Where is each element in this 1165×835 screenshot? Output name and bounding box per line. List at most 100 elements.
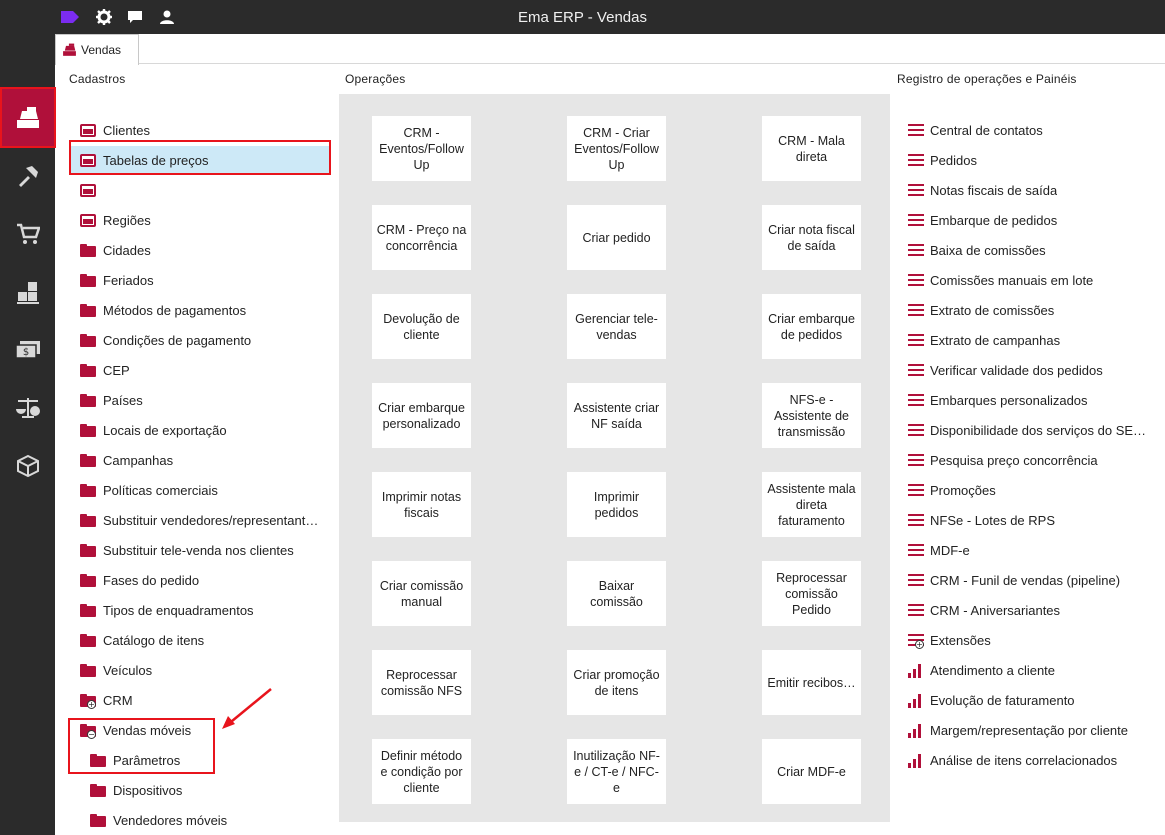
tab-vendas[interactable]: Vendas <box>55 34 139 65</box>
rail-highlight-box <box>0 87 56 148</box>
rail-item-finance[interactable]: $ <box>0 321 55 379</box>
operation-button[interactable]: Criar pedido <box>567 205 666 270</box>
tab-strip: Vendas <box>55 34 1165 65</box>
operation-button[interactable]: CRM - Preço na concorrência <box>372 205 471 270</box>
operation-button[interactable]: Criar MDF-e <box>762 739 861 804</box>
folder-icon <box>90 783 106 797</box>
operation-button[interactable]: Criar promoção de itens <box>567 650 666 715</box>
registro-item[interactable]: Promoções <box>908 478 1158 502</box>
registro-item[interactable]: + Extensões <box>908 628 1158 652</box>
registro-item[interactable]: CRM - Aniversariantes <box>908 598 1158 622</box>
header-registro: Registro de operações e Painéis <box>897 72 1077 86</box>
cadastro-item[interactable]: Tipos de enquadramentos <box>80 598 330 622</box>
cadastro-item-label: Locais de exportação <box>103 422 227 438</box>
operation-button[interactable]: CRM - Eventos/Follow Up <box>372 116 471 181</box>
cadastro-item[interactable]: Catálogo de itens <box>80 628 330 652</box>
cadastro-item-label: Regiões <box>103 212 151 228</box>
registro-item-label: Evolução de faturamento <box>930 692 1075 708</box>
operation-button[interactable]: Emitir recibos… <box>762 650 861 715</box>
list-icon <box>908 604 924 616</box>
list-icon <box>908 274 924 286</box>
operation-button[interactable]: Reprocessar comissão Pedido <box>762 561 861 626</box>
registro-item[interactable]: Evolução de faturamento <box>908 688 1158 712</box>
operation-button[interactable]: Imprimir pedidos <box>567 472 666 537</box>
cadastro-item-label: Substituir vendedores/representant… <box>103 512 319 528</box>
registro-item[interactable]: Baixa de comissões <box>908 238 1158 262</box>
registro-item[interactable]: Atendimento a cliente <box>908 658 1158 682</box>
registro-item[interactable]: Verificar validade dos pedidos <box>908 358 1158 382</box>
warehouse-icon <box>16 282 39 304</box>
operation-button[interactable]: CRM - Criar Eventos/Follow Up <box>567 116 666 181</box>
cadastro-item[interactable]: Políticas comerciais <box>80 478 330 502</box>
registro-item-label: Verificar validade dos pedidos <box>930 362 1103 378</box>
cadastro-item[interactable]: + CRM <box>80 688 330 712</box>
cadastro-item[interactable]: Países <box>80 388 330 412</box>
cadastro-item[interactable]: Campanhas <box>80 448 330 472</box>
operation-button[interactable]: Assistente mala direta faturamento <box>762 472 861 537</box>
operation-button[interactable]: Criar embarque personalizado <box>372 383 471 448</box>
cadastro-item[interactable]: Veículos <box>80 658 330 682</box>
registro-item[interactable]: Margem/representação por cliente <box>908 718 1158 742</box>
app-title: Ema ERP - Vendas <box>518 9 647 26</box>
cadastro-item[interactable]: Regiões <box>80 208 330 232</box>
registro-item[interactable]: Pedidos <box>908 148 1158 172</box>
rail-item-fiscal[interactable] <box>0 379 55 437</box>
operation-button[interactable]: Gerenciar tele-vendas <box>567 294 666 359</box>
cadastro-item[interactable]: Substituir tele-venda nos clientes <box>80 538 330 562</box>
registro-item[interactable]: Embarques personalizados <box>908 388 1158 412</box>
operation-button[interactable]: Baixar comissão <box>567 561 666 626</box>
list-icon <box>908 544 924 556</box>
operation-button[interactable]: Criar nota fiscal de saída <box>762 205 861 270</box>
registro-item[interactable]: NFSe - Lotes de RPS <box>908 508 1158 532</box>
registro-item-label: Embarques personalizados <box>930 392 1088 408</box>
cadastro-item[interactable]: Dispositivos <box>90 778 340 802</box>
registro-item[interactable]: Notas fiscais de saída <box>908 178 1158 202</box>
registro-item[interactable]: Central de contatos <box>908 118 1158 142</box>
registro-item[interactable]: CRM - Funil de vendas (pipeline) <box>908 568 1158 592</box>
operation-button[interactable]: Imprimir notas fiscais <box>372 472 471 537</box>
registro-item-label: Extrato de campanhas <box>930 332 1061 348</box>
cadastro-item[interactable]: Substituir vendedores/representant… <box>80 508 330 532</box>
money-icon: $ <box>14 341 40 359</box>
registro-item[interactable]: Pesquisa preço concorrência <box>908 448 1158 472</box>
operation-button[interactable]: Devolução de cliente <box>372 294 471 359</box>
registro-item[interactable]: Disponibilidade dos serviços do SE… <box>908 418 1158 442</box>
cadastro-item[interactable]: Locais de exportação <box>80 418 330 442</box>
cadastro-item-label: Substituir tele-venda nos clientes <box>103 542 294 558</box>
operation-button[interactable]: Definir método e condição por cliente <box>372 739 471 804</box>
cadastro-item[interactable]: CEP <box>80 358 330 382</box>
cadastro-item[interactable]: Métodos de pagamentos <box>80 298 330 322</box>
cadastro-item[interactable]: Fases do pedido <box>80 568 330 592</box>
cadastro-item[interactable]: Cidades <box>80 238 330 262</box>
cadastro-item-label: Dispositivos <box>113 782 183 798</box>
folder-icon <box>80 573 96 587</box>
operation-button[interactable]: Assistente criar NF saída <box>567 383 666 448</box>
rail-item-products[interactable] <box>0 437 55 495</box>
registro-item[interactable]: Extrato de comissões <box>908 298 1158 322</box>
highlight-box-tabelas <box>69 140 331 175</box>
operation-button[interactable]: Reprocessar comissão NFS <box>372 650 471 715</box>
operation-button[interactable]: NFS-e - Assistente de transmissão <box>762 383 861 448</box>
operation-button[interactable]: Criar embarque de pedidos <box>762 294 861 359</box>
svg-text:$: $ <box>22 347 28 358</box>
registro-item-label: Atendimento a cliente <box>930 662 1056 678</box>
operation-button[interactable]: Criar comissão manual <box>372 561 471 626</box>
registro-item[interactable]: Extrato de campanhas <box>908 328 1158 352</box>
rail-item-warehouse[interactable] <box>0 263 55 321</box>
operation-button[interactable]: CRM - Mala direta <box>762 116 861 181</box>
operation-button[interactable]: Inutilização NF-e / CT-e / NFC-e <box>567 739 666 804</box>
registro-item-label: CRM - Aniversariantes <box>930 602 1061 618</box>
rail-item-cart[interactable] <box>0 205 55 263</box>
cadastro-item[interactable]: Condições de pagamento <box>80 328 330 352</box>
registro-item[interactable]: MDF-e <box>908 538 1158 562</box>
bar-chart-icon <box>908 724 924 738</box>
registro-item[interactable]: Embarque de pedidos <box>908 208 1158 232</box>
cadastro-item[interactable]: Feriados <box>80 268 330 292</box>
cadastro-item[interactable]: Vendedores móveis <box>90 808 340 832</box>
rail-item-tools[interactable] <box>0 147 55 205</box>
registro-item[interactable]: Análise de itens correlacionados <box>908 748 1158 772</box>
registro-item-label: MDF-e <box>930 542 970 558</box>
cadastro-item[interactable]: Clientes <box>80 118 330 142</box>
registro-item[interactable]: Comissões manuais em lote <box>908 268 1158 292</box>
cadastro-item[interactable] <box>80 178 330 202</box>
